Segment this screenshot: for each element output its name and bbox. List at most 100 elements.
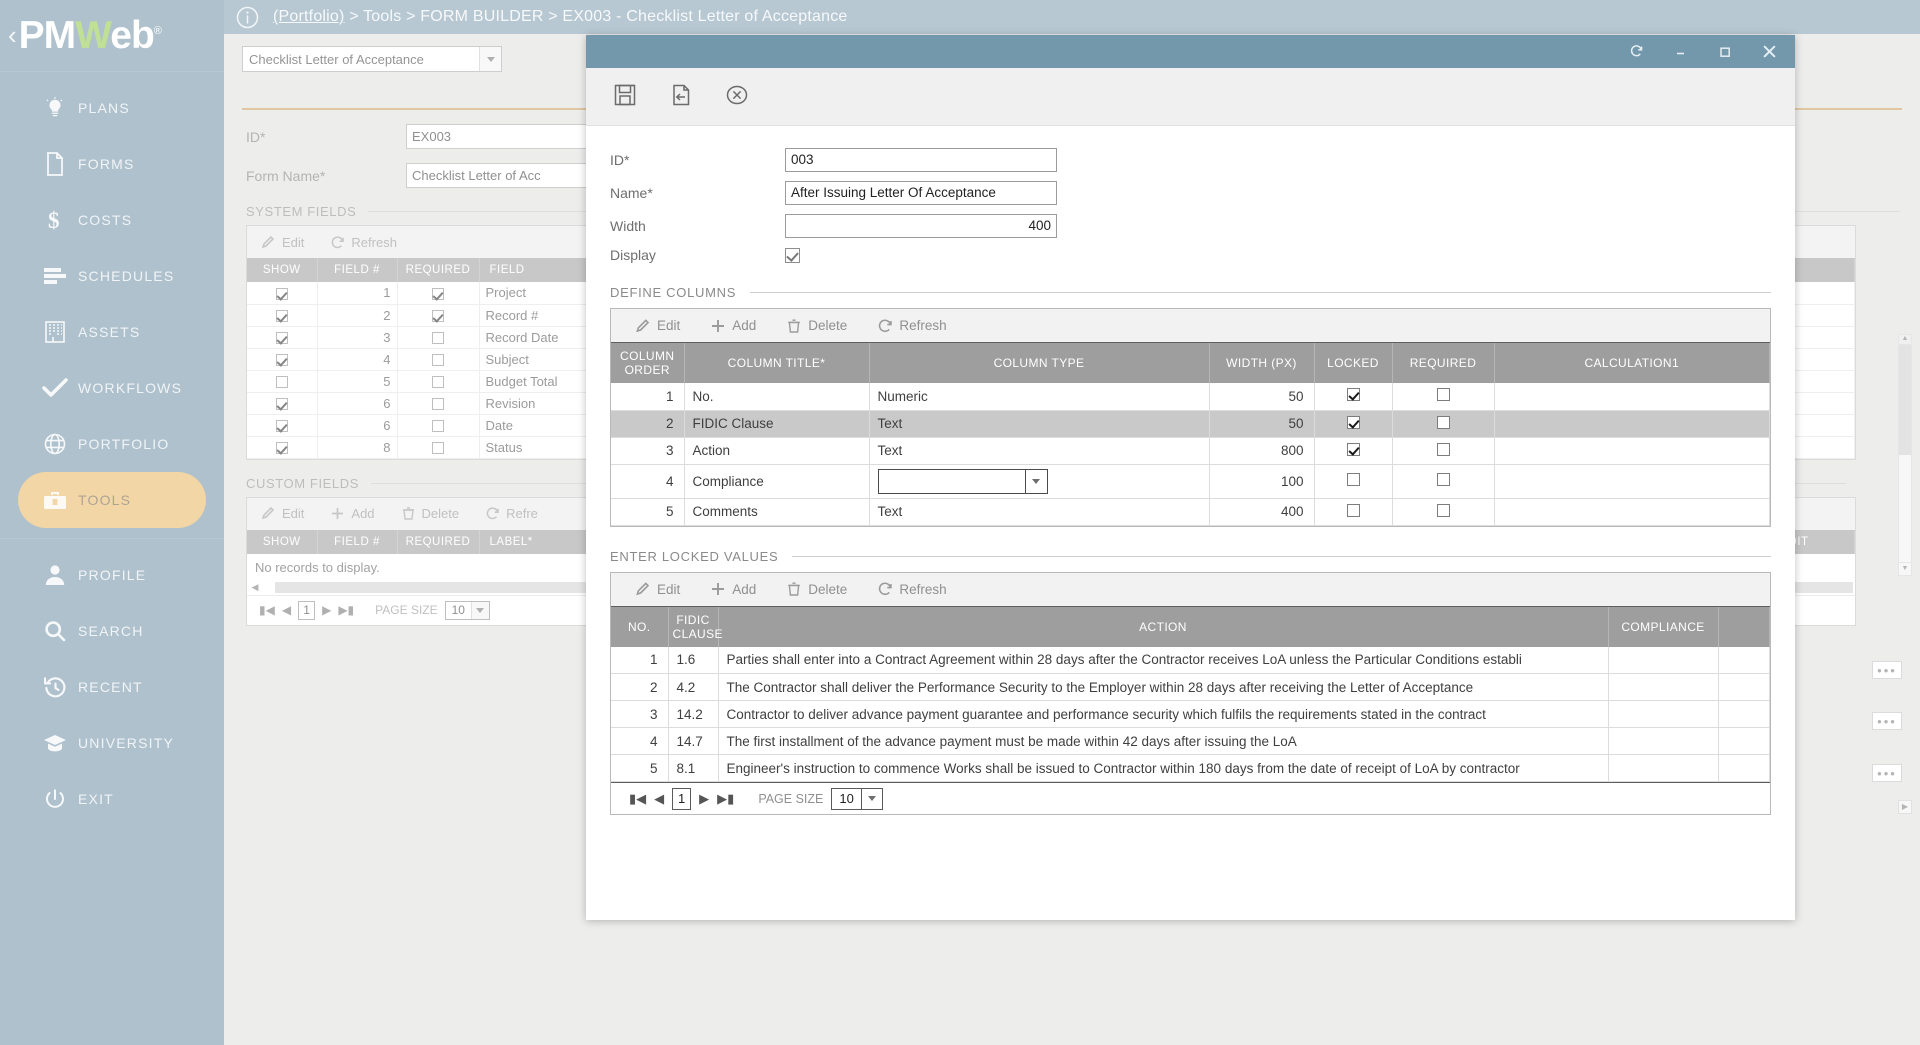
table-row[interactable]: 3 Action Text 800 [611,437,1770,465]
cell-fidic-clause: 8.1 [668,754,719,782]
divider [750,292,1771,293]
col-no[interactable]: NO. [611,606,669,647]
table-row[interactable]: 3 14.2 Contractor to deliver advance payme… [611,700,1770,728]
table-row[interactable]: 5 Comments Text 400 [611,498,1770,526]
width-input[interactable]: 400 [785,214,1057,238]
col-compliance[interactable]: COMPLIANCE [1608,606,1719,647]
cancel-icon[interactable] [724,82,750,111]
refresh-button[interactable]: Refresh [877,581,947,597]
table-row[interactable]: 4 Compliance 100 [611,464,1770,499]
table-row[interactable]: 5 8.1 Engineer's instruction to commence W… [611,754,1770,782]
cell-required[interactable] [1392,498,1495,526]
col-column-title[interactable]: COLUMN TITLE* [684,343,870,383]
table-row[interactable]: 2 4.2 The Contractor shall deliver the Per… [611,673,1770,701]
chevron-down-icon[interactable] [1024,469,1047,493]
add-button[interactable]: Add [710,581,756,597]
required-checkbox[interactable] [1436,415,1450,429]
cell-column-order: 2 [611,410,685,438]
cell-required[interactable] [1392,464,1495,499]
chevron-down-icon[interactable] [860,788,882,809]
table-row[interactable]: 1 No. Numeric 50 [611,383,1770,411]
table-row[interactable]: 1 1.6 Parties shall enter into a Contract … [611,646,1770,674]
cell-column-title: No. [684,383,870,411]
restore-icon[interactable] [1629,44,1644,59]
cell-calculation1 [1494,437,1770,465]
cell-extra [1718,673,1770,701]
last-page-icon[interactable]: ▶▮ [717,791,734,807]
col-width-px[interactable]: WIDTH (PX) [1209,343,1315,383]
maximize-icon[interactable] [1718,45,1732,59]
button-label: Refresh [899,581,947,597]
cell-required[interactable] [1392,410,1495,438]
locked-checkbox[interactable] [1346,503,1360,517]
col-fidic-clause[interactable]: FIDIC CLAUSE [668,606,723,647]
dialog-toolbar [586,68,1795,126]
define-columns-toolbar: Edit Add Delete Refresh [611,309,1770,343]
next-page-icon[interactable]: ▶ [699,791,709,807]
prev-page-icon[interactable]: ◀ [654,791,664,807]
delete-button[interactable]: Delete [786,581,847,597]
cell-locked[interactable] [1314,464,1393,499]
locked-values-section-header: ENTER LOCKED VALUES [610,549,1771,564]
cell-locked[interactable] [1314,498,1393,526]
first-page-icon[interactable]: ▮◀ [629,791,646,807]
name-input[interactable]: After Issuing Letter Of Acceptance [785,181,1057,205]
required-checkbox[interactable] [1436,442,1450,456]
cell-required[interactable] [1392,383,1495,411]
required-checkbox[interactable] [1436,388,1450,402]
cell-width-px: 800 [1209,437,1315,465]
cell-required[interactable] [1392,437,1495,465]
display-checkbox[interactable] [785,247,800,263]
locked-checkbox[interactable] [1346,473,1360,486]
cell-locked[interactable] [1314,410,1393,438]
cell-fidic-clause: 1.6 [668,646,719,674]
dialog-title-bar [586,35,1795,68]
minimize-icon[interactable] [1674,45,1688,59]
delete-button[interactable]: Delete [786,318,847,334]
required-checkbox[interactable] [1436,503,1450,517]
edit-button[interactable]: Edit [635,318,680,334]
cell-no: 5 [611,754,669,782]
add-button[interactable]: Add [710,318,756,334]
close-icon[interactable] [1762,44,1777,59]
refresh-button[interactable]: Refresh [877,318,947,334]
col-required[interactable]: REQUIRED [1392,343,1495,383]
save-icon[interactable] [612,82,638,111]
cell-locked[interactable] [1314,437,1393,465]
col-action[interactable]: ACTION [718,606,1609,647]
page-size-select[interactable]: 10 [831,787,883,810]
locked-values-table: NO. FIDIC CLAUSE ACTION COMPLIANCE 1 1.6 P… [611,606,1770,782]
cell-column-type[interactable] [869,464,1210,499]
cell-locked[interactable] [1314,383,1393,411]
save-and-new-icon[interactable] [668,82,694,111]
locked-checkbox[interactable] [1346,442,1360,456]
cell-column-title: Action [684,437,870,465]
id-input[interactable]: 003 [785,148,1057,172]
col-extra[interactable] [1718,606,1770,647]
cell-extra [1718,700,1770,728]
button-label: Delete [808,318,848,333]
locked-checkbox[interactable] [1346,415,1360,429]
page-number-input[interactable]: 1 [672,787,692,810]
field-label: ID* [610,152,630,168]
dialog-body: ID* 003 Name* After Issuing Letter Of Ac… [586,126,1795,815]
cell-compliance [1608,754,1719,782]
section-title: ENTER LOCKED VALUES [610,548,779,564]
col-column-order[interactable]: COLUMN ORDER [611,343,685,383]
locked-values-toolbar: Edit Add Delete Refresh [611,572,1770,607]
col-calculation1[interactable]: CALCULATION1 [1494,343,1770,383]
cell-no: 2 [611,673,669,701]
required-checkbox[interactable] [1436,473,1450,486]
cell-column-type: Numeric [869,383,1210,411]
button-label: Refresh [899,318,947,333]
col-locked[interactable]: LOCKED [1314,343,1393,383]
locked-checkbox[interactable] [1346,388,1360,402]
table-row[interactable]: 2 FIDIC Clause Text 50 [611,410,1770,438]
dialog-field-id: ID* 003 [610,148,1771,172]
field-label: Name* [610,185,653,201]
col-column-type[interactable]: COLUMN TYPE [869,343,1210,383]
table-row[interactable]: 4 14.7 The first installment of the advanc… [611,727,1770,755]
edit-button[interactable]: Edit [635,581,680,597]
section-title: DEFINE COLUMNS [610,285,737,300]
column-type-select[interactable] [877,468,1048,494]
